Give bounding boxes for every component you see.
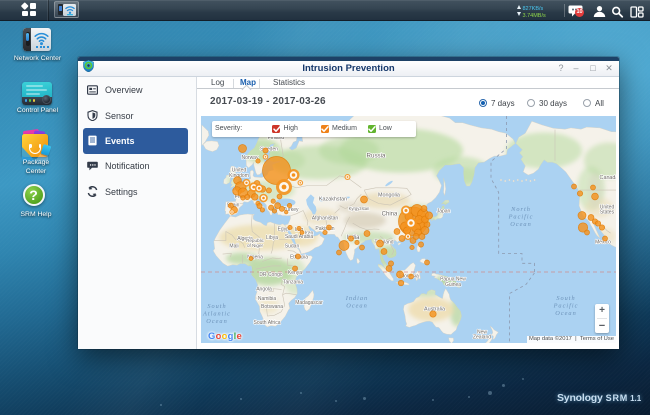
svg-text:South: South <box>207 303 226 310</box>
svg-text:Tanzania: Tanzania <box>283 280 303 286</box>
svg-text:Afghanistan: Afghanistan <box>312 216 339 222</box>
svg-text:South: South <box>556 295 575 302</box>
svg-text:Kazakhstan: Kazakhstan <box>319 197 347 203</box>
svg-text:North: North <box>510 206 531 213</box>
svg-text:Madagascar: Madagascar <box>295 300 323 306</box>
svg-text:South Africa: South Africa <box>254 320 281 326</box>
svg-text:Ocean: Ocean <box>346 303 367 310</box>
svg-text:Mongolia: Mongolia <box>378 193 400 199</box>
svg-text:China: China <box>382 212 398 218</box>
svg-text:Ocean: Ocean <box>510 221 531 228</box>
svg-text:Pacific: Pacific <box>553 303 579 310</box>
svg-text:Pacific: Pacific <box>508 214 534 221</box>
svg-text:Sweden: Sweden <box>260 147 278 153</box>
svg-text:Guinea: Guinea <box>445 282 461 288</box>
svg-text:Japan: Japan <box>437 209 451 215</box>
svg-text:Botswana: Botswana <box>261 304 283 310</box>
svg-text:Canada: Canada <box>600 175 616 181</box>
svg-text:Russia: Russia <box>367 153 386 160</box>
svg-text:Mali: Mali <box>229 244 238 250</box>
svg-text:Libya: Libya <box>266 235 278 241</box>
svg-text:Sudan: Sudan <box>285 244 300 250</box>
svg-text:Ocean: Ocean <box>555 310 576 317</box>
svg-text:Indian: Indian <box>345 295 368 302</box>
svg-text:Ocean: Ocean <box>206 318 227 325</box>
svg-text:Zealand: Zealand <box>473 335 491 341</box>
svg-text:Namibia: Namibia <box>258 296 277 302</box>
svg-text:Angola: Angola <box>256 287 272 293</box>
svg-text:DR Congo: DR Congo <box>259 272 283 278</box>
svg-text:of Niger: of Niger <box>247 243 264 248</box>
svg-text:Atlantic: Atlantic <box>202 311 231 318</box>
svg-text:States: States <box>600 210 615 216</box>
svg-text:Kyrgyzstan: Kyrgyzstan <box>349 206 370 211</box>
svg-text:Saudi Arabia: Saudi Arabia <box>285 234 314 240</box>
